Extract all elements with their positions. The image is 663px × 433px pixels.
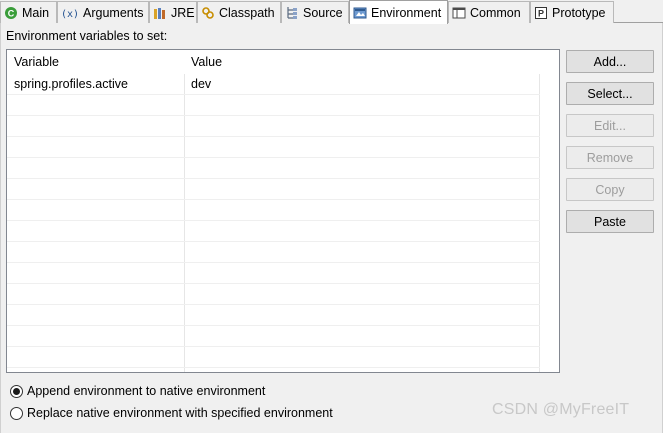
tab-bar: C Main (x)= Arguments JRE Classpath Sour…	[0, 0, 663, 24]
environment-icon	[353, 6, 367, 20]
empty-row	[7, 116, 540, 137]
tab-classpath[interactable]: Classpath	[197, 1, 281, 23]
variable-cell: spring.profiles.active	[14, 77, 128, 91]
tab-arguments[interactable]: (x)= Arguments	[57, 1, 149, 23]
value-cell: dev	[191, 77, 212, 91]
tab-source-label: Source	[303, 5, 343, 20]
tab-jre-label: JRE	[171, 5, 195, 20]
edit-button[interactable]: Edit...	[566, 114, 654, 137]
select-button[interactable]: Select...	[566, 82, 654, 105]
empty-row	[7, 263, 540, 284]
column-header-variable[interactable]: Variable	[7, 50, 185, 74]
svg-text:(x)=: (x)=	[61, 9, 79, 20]
tab-main[interactable]: C Main	[0, 1, 57, 23]
tab-environment-label: Environment	[371, 5, 442, 20]
tab-prototype[interactable]: P Prototype	[530, 1, 614, 23]
watermark: CSDN @MyFreeIT	[492, 401, 630, 418]
table-row[interactable]: spring.profiles.active dev	[7, 74, 540, 95]
main-icon: C	[4, 6, 18, 20]
remove-button[interactable]: Remove	[566, 146, 654, 169]
replace-environment-label: Replace native environment with specifie…	[27, 406, 333, 420]
empty-row	[7, 326, 540, 347]
add-button[interactable]: Add...	[566, 50, 654, 73]
empty-row	[7, 179, 540, 200]
tab-main-label: Main	[22, 5, 50, 20]
copy-button[interactable]: Copy	[566, 178, 654, 201]
column-header-value[interactable]: Value	[185, 50, 540, 74]
tab-common[interactable]: Common	[448, 1, 530, 23]
empty-row	[7, 347, 540, 368]
empty-row	[7, 200, 540, 221]
empty-row	[7, 242, 540, 263]
tab-classpath-label: Classpath	[219, 5, 275, 20]
radio-selected-icon[interactable]	[10, 384, 23, 398]
classpath-icon	[201, 6, 215, 20]
tab-prototype-label: Prototype	[552, 5, 606, 20]
tab-arguments-label: Arguments	[83, 5, 144, 20]
empty-row	[7, 95, 540, 116]
arguments-icon: (x)=	[61, 6, 79, 20]
tab-source[interactable]: Source	[281, 1, 349, 23]
tab-environment[interactable]: Environment	[349, 0, 448, 24]
replace-environment-option[interactable]: Replace native environment with specifie…	[10, 405, 333, 421]
empty-row	[7, 137, 540, 158]
prototype-icon: P	[534, 6, 548, 20]
empty-row	[7, 221, 540, 242]
empty-row	[7, 158, 540, 179]
env-variables-table[interactable]: Variable Value spring.profiles.active de…	[6, 49, 560, 373]
svg-text:P: P	[538, 8, 544, 18]
tab-common-label: Common	[470, 5, 521, 20]
empty-row	[7, 284, 540, 305]
radio-unselected-icon[interactable]	[10, 406, 23, 420]
jre-icon	[153, 6, 167, 20]
paste-button[interactable]: Paste	[566, 210, 654, 233]
append-environment-option[interactable]: Append environment to native environment	[10, 383, 265, 399]
env-section-label: Environment variables to set:	[6, 29, 168, 43]
source-icon	[285, 6, 299, 20]
common-icon	[452, 6, 466, 20]
append-environment-label: Append environment to native environment	[27, 384, 266, 398]
tab-jre[interactable]: JRE	[149, 1, 197, 23]
svg-text:C: C	[8, 8, 15, 18]
empty-row	[7, 305, 540, 326]
